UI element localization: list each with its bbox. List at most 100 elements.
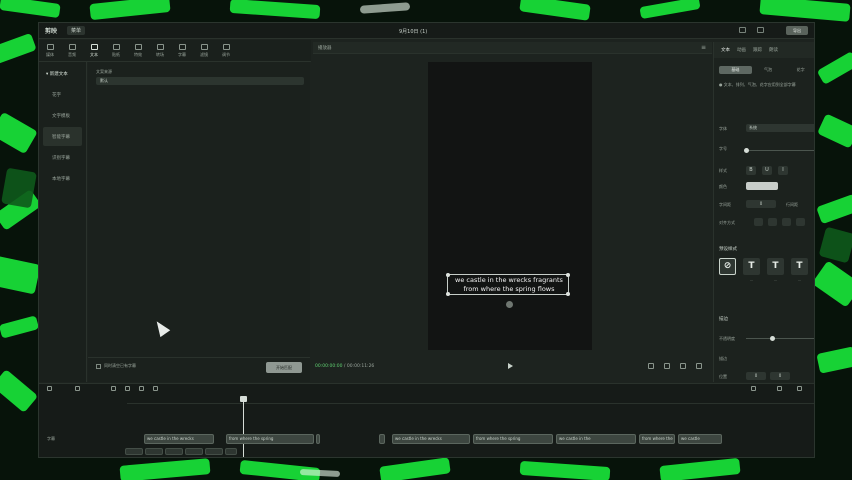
- video-clip-thumb[interactable]: [165, 448, 183, 455]
- preset-style-2[interactable]: T: [767, 258, 784, 275]
- split-right-icon[interactable]: [139, 386, 144, 391]
- align-right-button[interactable]: [782, 218, 791, 226]
- tab-tracking[interactable]: 跟踪: [753, 47, 762, 53]
- rotate-handle-icon[interactable]: [506, 301, 513, 308]
- fullscreen-icon[interactable]: [696, 363, 702, 369]
- app-logo: 剪映: [45, 28, 58, 35]
- microphone-icon[interactable]: [751, 386, 756, 391]
- subtitle-selection-box[interactable]: we castle in the wrecks fragrants from w…: [446, 273, 570, 296]
- subtitle-clip[interactable]: [316, 434, 320, 444]
- subtitle-text[interactable]: we castle in the wrecks fragrants from w…: [448, 276, 570, 294]
- screen: 剪映 菜单 9月10日 (1) 导出 媒体音频文本贴纸特效转场字幕滤镜调节» ▾…: [0, 0, 852, 480]
- clear-subtitles-checkbox[interactable]: [96, 364, 101, 369]
- tool-7[interactable]: 滤镜: [193, 40, 215, 62]
- tab-animation[interactable]: 动画: [737, 47, 746, 53]
- opacity-slider[interactable]: [746, 338, 814, 339]
- subtitle-clip[interactable]: we castle in the wrecks: [392, 434, 470, 444]
- nav-item-0[interactable]: 花字: [43, 85, 82, 104]
- subtitle-clip[interactable]: from where the spring: [473, 434, 553, 444]
- source-select[interactable]: 默认: [96, 77, 304, 85]
- resize-handle-br[interactable]: [566, 292, 570, 296]
- video-clip-thumb[interactable]: [145, 448, 163, 455]
- tool-2[interactable]: 文本: [83, 40, 105, 62]
- position-y-input[interactable]: 0: [770, 372, 790, 380]
- subtitle-clip[interactable]: we castle in the wrecks: [144, 434, 214, 444]
- tool-6[interactable]: 字幕: [171, 40, 193, 62]
- select-tool-icon[interactable]: [47, 386, 52, 391]
- tool-label: 调节: [222, 52, 230, 57]
- split-icon[interactable]: [111, 386, 116, 391]
- undo-icon[interactable]: [75, 386, 80, 391]
- tab-read-aloud[interactable]: 朗读: [769, 47, 778, 53]
- subtitle-clip[interactable]: from where the spring: [226, 434, 314, 444]
- time-ruler[interactable]: [127, 398, 814, 404]
- subtab-bubble[interactable]: 气泡: [752, 66, 785, 74]
- subtitle-clip[interactable]: we castle in the: [556, 434, 636, 444]
- preset-style-1[interactable]: T: [743, 258, 760, 275]
- video-clip-thumb[interactable]: [185, 448, 203, 455]
- safe-area-icon[interactable]: [680, 363, 686, 369]
- nav-item-2[interactable]: 智能字幕: [43, 127, 82, 146]
- preset-none-icon[interactable]: ⊘: [719, 258, 736, 275]
- underline-button[interactable]: U: [762, 166, 772, 175]
- spacing-input[interactable]: 0: [746, 200, 776, 208]
- align-center-button[interactable]: [768, 218, 777, 226]
- split-left-icon[interactable]: [125, 386, 130, 391]
- tool-3[interactable]: 贴纸: [105, 40, 127, 62]
- subtab-fancy[interactable]: 花字: [784, 66, 814, 74]
- color-swatch[interactable]: [746, 182, 778, 190]
- size-slider-knob[interactable]: [744, 148, 749, 153]
- layout-icon[interactable]: [739, 27, 746, 33]
- tool-0[interactable]: 媒体: [39, 40, 61, 62]
- delete-icon[interactable]: [153, 386, 158, 391]
- subtitle-line-1: we castle in the wrecks fragrants: [455, 276, 563, 284]
- tool-icon: [90, 44, 98, 50]
- preset-style-3[interactable]: T: [791, 258, 808, 275]
- font-label: 字体: [719, 126, 727, 131]
- subtitle-clip[interactable]: from where the: [639, 434, 675, 444]
- play-icon[interactable]: [508, 363, 513, 369]
- tool-4[interactable]: 特效: [127, 40, 149, 62]
- ratio-icon[interactable]: [648, 363, 654, 369]
- apply-all-toggle[interactable]: ● 文本、排列、气泡、花字应用到全部字幕: [719, 82, 796, 88]
- tool-5[interactable]: 转场: [149, 40, 171, 62]
- subtab-basic[interactable]: 基础: [719, 66, 752, 74]
- screenshot-icon[interactable]: [664, 363, 670, 369]
- nav-item-4[interactable]: 本地字幕: [43, 169, 82, 188]
- menu-icon[interactable]: ≡: [701, 44, 706, 51]
- bold-button[interactable]: B: [746, 166, 756, 175]
- playhead-handle[interactable]: [240, 396, 247, 402]
- subtitle-clip[interactable]: [379, 434, 385, 444]
- align-left-button[interactable]: [754, 218, 763, 226]
- nav-item-1[interactable]: 文字模板: [43, 106, 82, 125]
- menu-button[interactable]: 菜单: [67, 26, 86, 35]
- shortcut-icon[interactable]: [757, 27, 764, 33]
- export-button[interactable]: 导出: [786, 26, 808, 35]
- opacity-slider-knob[interactable]: [770, 336, 775, 341]
- subtitle-clip[interactable]: we castle: [678, 434, 722, 444]
- video-clip-thumb[interactable]: [205, 448, 223, 455]
- text-panel: 文案来源 默认 同时清空已有字幕 开始匹配: [88, 62, 310, 382]
- tool-1[interactable]: 音频: [61, 40, 83, 62]
- video-clip-thumb[interactable]: [225, 448, 237, 455]
- nav-item-3[interactable]: 识别字幕: [43, 148, 82, 167]
- resize-handle-tl[interactable]: [446, 273, 450, 277]
- size-slider[interactable]: [746, 150, 814, 151]
- playhead[interactable]: [243, 396, 244, 457]
- resize-handle-bl[interactable]: [446, 292, 450, 296]
- link-icon[interactable]: [777, 386, 782, 391]
- position-x-input[interactable]: 0: [746, 372, 766, 380]
- tool-8[interactable]: 调节: [215, 40, 237, 62]
- align-justify-button[interactable]: [796, 218, 805, 226]
- spacing-label: 字间距: [719, 202, 731, 207]
- video-clip-thumb[interactable]: [125, 448, 143, 455]
- nav-new-text[interactable]: ▾ 新建文本: [43, 64, 82, 83]
- zoom-icon[interactable]: [797, 386, 802, 391]
- start-match-button[interactable]: 开始匹配: [266, 362, 302, 373]
- video-canvas[interactable]: we castle in the wrecks fragrants from w…: [428, 62, 592, 350]
- font-select[interactable]: 系统: [746, 124, 814, 132]
- tab-text[interactable]: 文本: [721, 47, 730, 53]
- tool-label: 贴纸: [112, 52, 120, 57]
- resize-handle-tr[interactable]: [566, 273, 570, 277]
- italic-button[interactable]: I: [778, 166, 788, 175]
